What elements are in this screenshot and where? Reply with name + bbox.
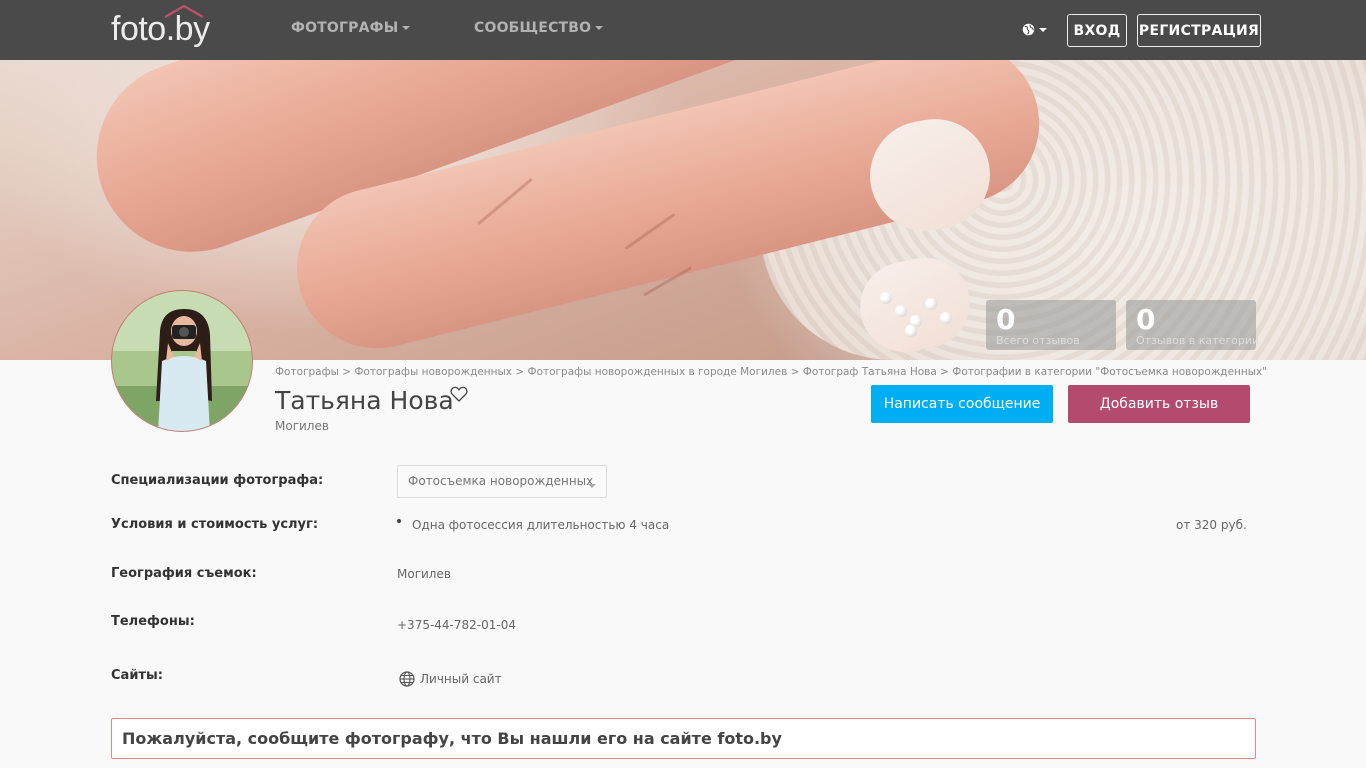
globe-icon xyxy=(399,671,415,687)
phone-value: +375-44-782-01-04 xyxy=(397,618,516,632)
chevron-down-icon xyxy=(588,484,596,488)
specialization-selected: Фотосъемка новорожденных xyxy=(408,474,594,488)
heart-icon xyxy=(450,386,468,402)
nav-photographers[interactable]: ФОТОГРАФЫ xyxy=(291,20,411,36)
stat-total-reviews: 0 Всего отзывов xyxy=(986,300,1116,350)
photographer-name: Татьяна Нова xyxy=(275,386,454,415)
globe-icon xyxy=(1022,23,1035,36)
top-navbar: foto.by ФОТОГРАФЫ СООБЩЕСТВО ВХОД РЕГИСТ… xyxy=(0,0,1366,60)
add-review-button[interactable]: Добавить отзыв xyxy=(1068,385,1250,423)
stat-value: 0 xyxy=(1136,303,1156,336)
chevron-down-icon xyxy=(1039,28,1047,32)
notice-box: Пожалуйста, сообщите фотографу, что Вы н… xyxy=(111,718,1256,759)
breadcrumb-separator: > xyxy=(515,366,525,378)
photographer-city: Могилев xyxy=(275,419,329,433)
stat-label: Отзывов в категории xyxy=(1136,334,1260,347)
breadcrumb-separator: > xyxy=(940,366,949,378)
logo-text: foto.by xyxy=(111,10,210,48)
stat-label: Всего отзывов xyxy=(996,334,1080,347)
notice-text: Пожалуйста, сообщите фотографу, что Вы н… xyxy=(122,729,782,748)
personal-site-link[interactable]: Личный сайт xyxy=(399,670,502,688)
cover-detail xyxy=(895,305,907,317)
cover-detail xyxy=(940,312,952,324)
cover-detail xyxy=(925,298,937,310)
breadcrumb-item[interactable]: Фотографы xyxy=(275,366,339,378)
specializations-label: Специализации фотографа: xyxy=(111,473,324,488)
phones-label: Телефоны: xyxy=(111,614,195,629)
chevron-down-icon xyxy=(595,26,604,30)
stat-value: 0 xyxy=(996,303,1016,336)
avatar-photo xyxy=(112,291,252,431)
breadcrumb-separator: > xyxy=(342,366,352,378)
breadcrumb-item[interactable]: Фотографы новорожденных xyxy=(354,366,512,378)
services-label: Условия и стоимость услуг: xyxy=(111,517,319,532)
geography-label: География съемок: xyxy=(111,566,257,581)
cover-detail xyxy=(880,292,892,304)
favorite-button[interactable] xyxy=(450,386,468,402)
register-button[interactable]: РЕГИСТРАЦИЯ xyxy=(1137,14,1261,47)
chevron-down-icon xyxy=(402,26,411,30)
breadcrumb-item[interactable]: Фотографы новорожденных в городе Могилев xyxy=(528,366,788,378)
service-item: Одна фотосессия длительностью 4 часа xyxy=(412,518,670,532)
site-logo[interactable]: foto.by xyxy=(111,4,241,50)
login-button[interactable]: ВХОД xyxy=(1067,14,1127,47)
breadcrumb: Фотографы > Фотографы новорожденных > Фо… xyxy=(275,366,1267,378)
nav-community[interactable]: СООБЩЕСТВО xyxy=(474,20,604,36)
sites-label: Сайты: xyxy=(111,668,163,683)
breadcrumb-item[interactable]: Фотограф Татьяна Нова xyxy=(803,366,937,378)
breadcrumb-item[interactable]: Фотографии в категории "Фотосъемка новор… xyxy=(952,366,1267,378)
personal-site-label: Личный сайт xyxy=(420,672,502,686)
language-selector[interactable] xyxy=(1022,21,1048,39)
cover-detail xyxy=(905,325,917,337)
specialization-select[interactable]: Фотосъемка новорожденных xyxy=(397,465,607,498)
nav-photographers-label: ФОТОГРАФЫ xyxy=(291,20,399,36)
breadcrumb-separator: > xyxy=(790,366,800,378)
avatar[interactable] xyxy=(111,290,253,432)
write-message-button[interactable]: Написать сообщение xyxy=(871,385,1053,423)
list-bullet xyxy=(397,519,401,523)
geography-value: Могилев xyxy=(397,567,451,581)
nav-community-label: СООБЩЕСТВО xyxy=(474,20,592,36)
stat-category-reviews: 0 Отзывов в категории xyxy=(1126,300,1260,350)
service-price: от 320 руб. xyxy=(1176,518,1247,532)
